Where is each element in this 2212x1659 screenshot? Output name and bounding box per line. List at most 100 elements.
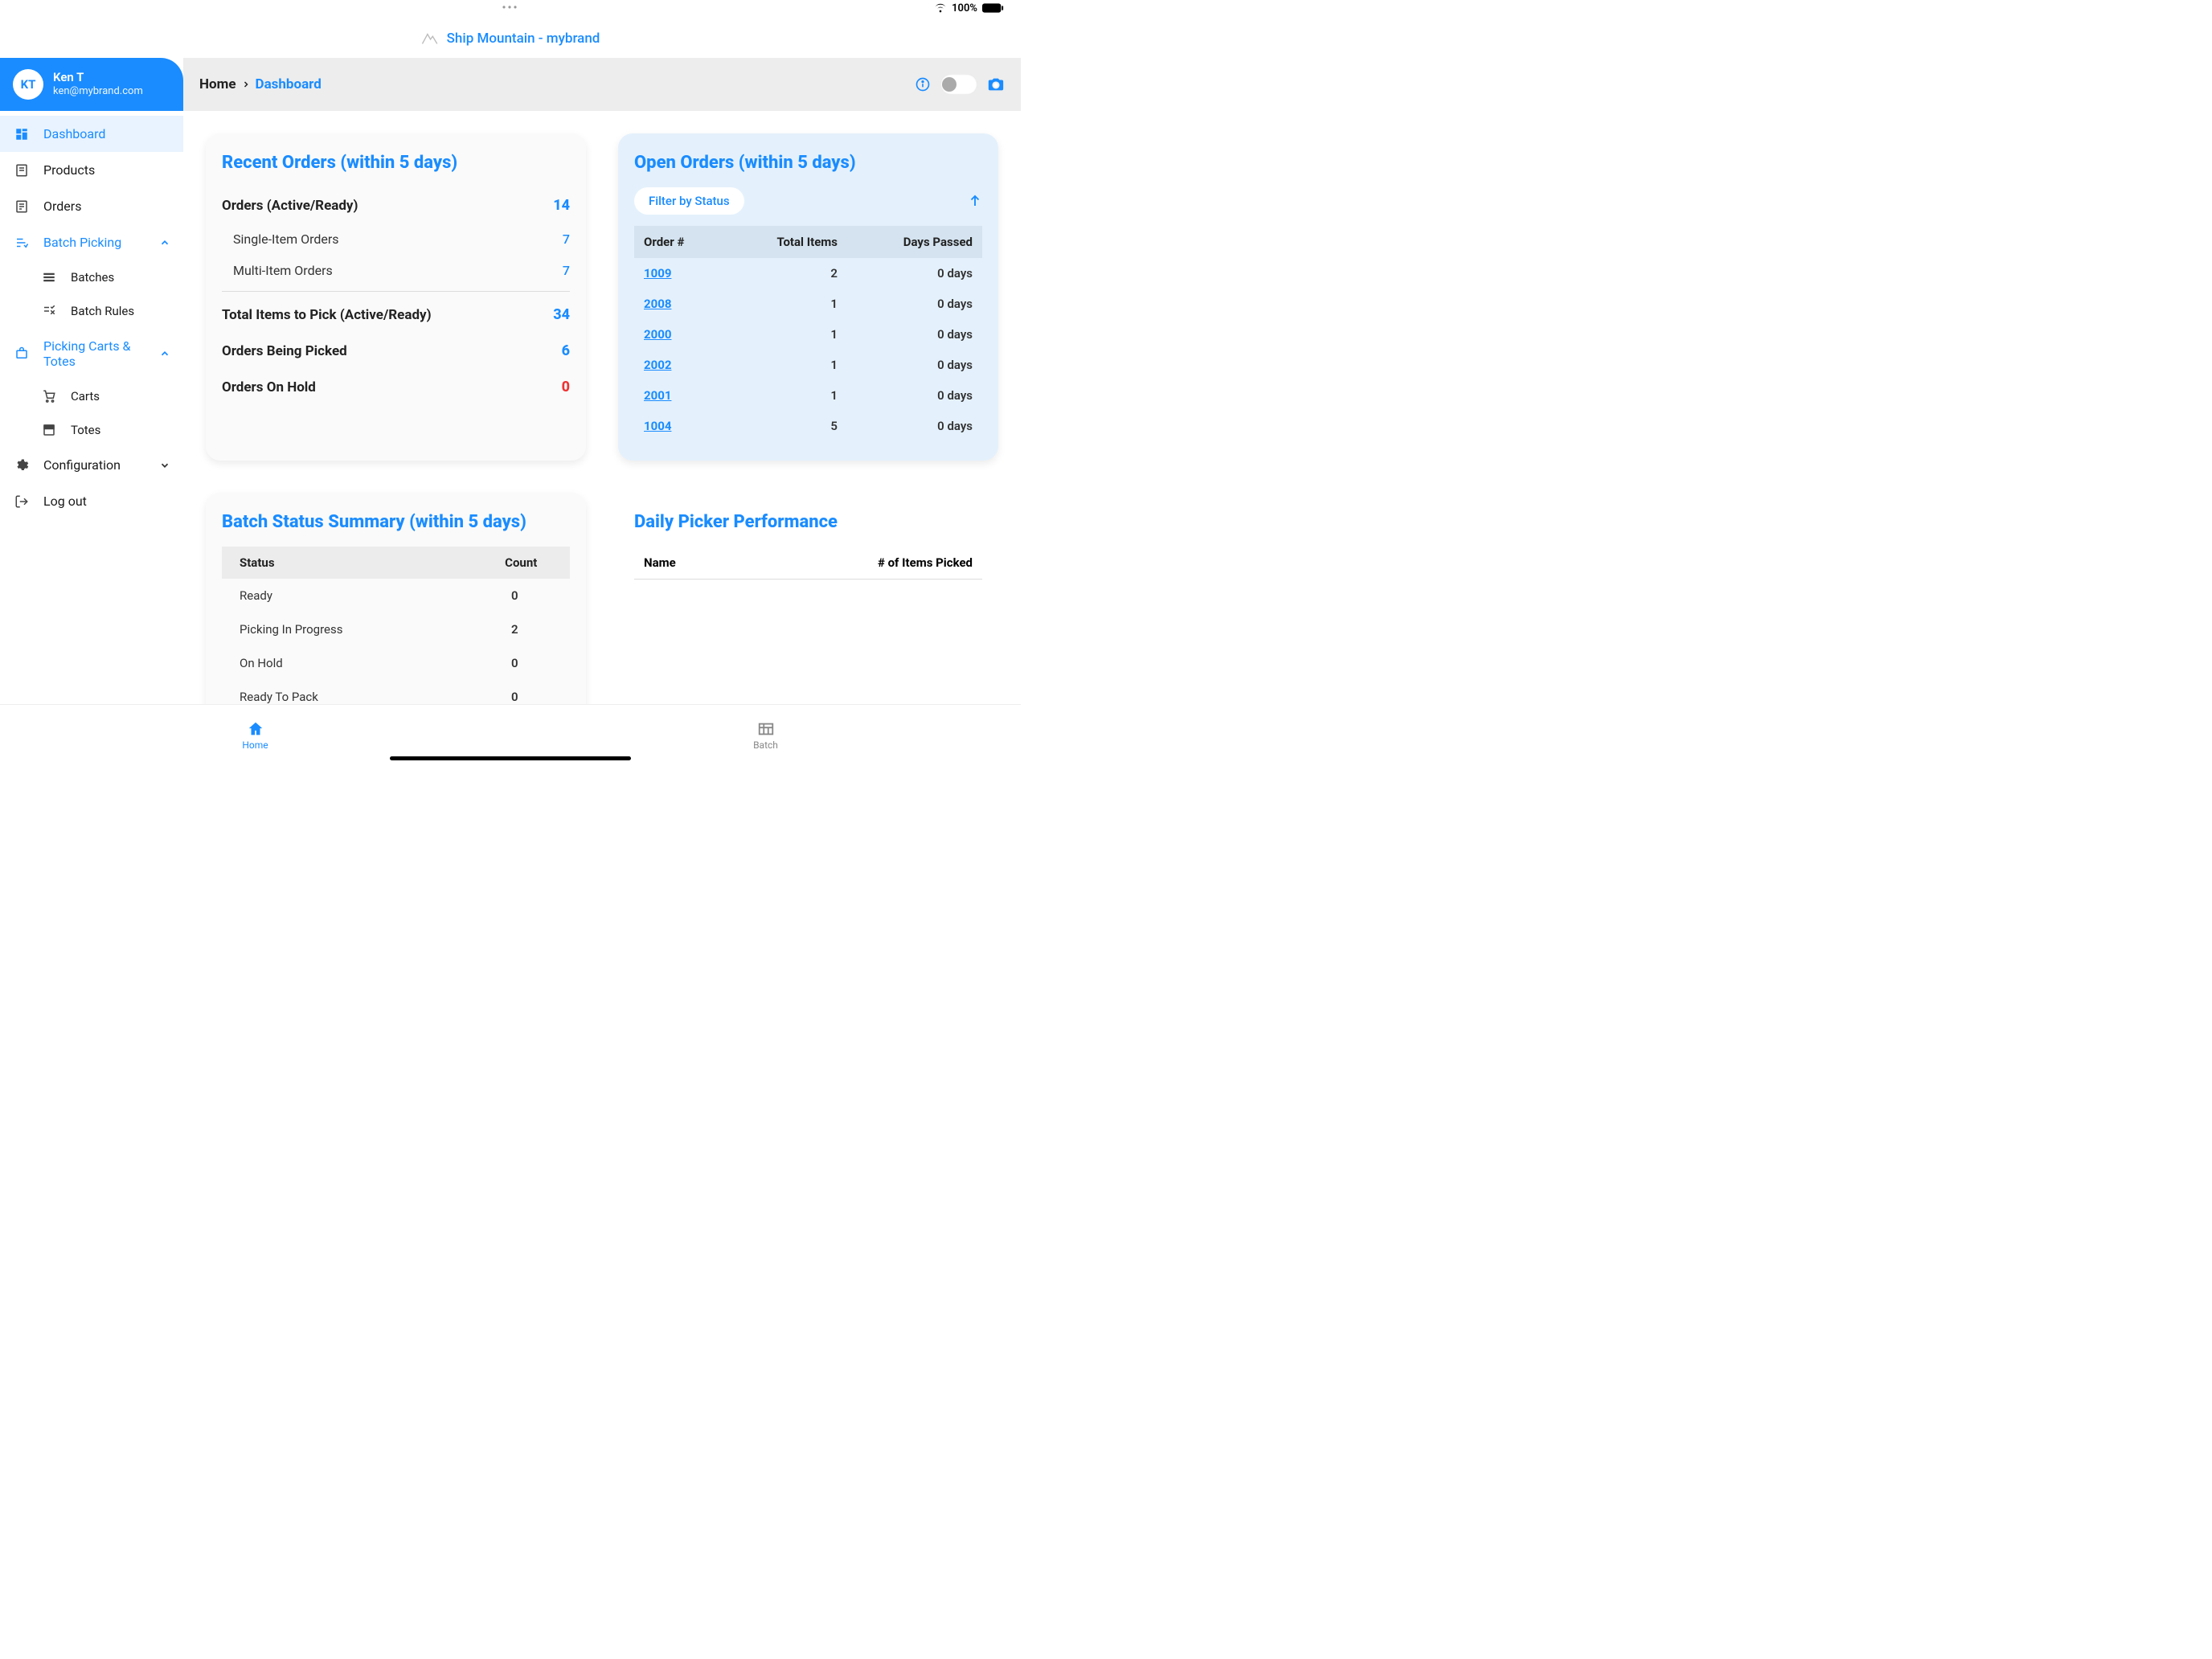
cell-days: 0 days (847, 380, 982, 411)
user-card[interactable]: KT Ken T ken@mybrand.com (0, 58, 183, 111)
col-days: Days Passed (847, 226, 982, 258)
nav-logout[interactable]: Log out (0, 483, 183, 519)
cell-items: 5 (725, 411, 847, 441)
picker-table-header: Name # of Items Picked (634, 547, 982, 580)
cell-items: 1 (725, 319, 847, 350)
cell-count: 0 (472, 680, 570, 704)
cell-days: 0 days (847, 350, 982, 380)
chevron-right-icon (241, 80, 251, 89)
open-orders-table: Order # Total Items Days Passed 100920 d… (634, 226, 982, 441)
picking-carts-icon (13, 346, 31, 361)
col-status: Status (222, 547, 472, 579)
info-icon[interactable] (915, 76, 931, 92)
breadcrumb-home[interactable]: Home (199, 76, 236, 92)
toggle-switch[interactable] (940, 74, 977, 95)
col-name: Name (644, 555, 676, 570)
cell-count: 0 (472, 579, 570, 612)
app-title-text: Ship Mountain - mybrand (447, 31, 600, 47)
nav-carts[interactable]: Carts (18, 379, 183, 413)
col-count: Count (472, 547, 570, 579)
nav-picking-carts-totes[interactable]: Picking Carts & Totes (0, 328, 183, 379)
single-item-row: Single-Item Orders 7 (222, 223, 570, 255)
breadcrumb: Home Dashboard (183, 58, 1021, 111)
being-picked-value: 6 (562, 342, 570, 359)
tab-home-label: Home (242, 739, 268, 751)
nav-configuration-label: Configuration (43, 457, 121, 473)
open-orders-title: Open Orders (within 5 days) (634, 153, 982, 173)
user-name: Ken T (53, 70, 143, 86)
orders-active-label: Orders (Active/Ready) (222, 198, 358, 214)
table-row: Ready0 (222, 579, 570, 612)
orders-active-row: Orders (Active/Ready) 14 (222, 187, 570, 223)
nav-batch-picking[interactable]: Batch Picking (0, 224, 183, 260)
nav-orders[interactable]: Orders (0, 188, 183, 224)
nav-logout-label: Log out (43, 494, 87, 509)
order-link[interactable]: 2001 (644, 388, 671, 403)
home-icon (247, 720, 264, 738)
single-item-value: 7 (563, 231, 570, 247)
nav-batch-picking-label: Batch Picking (43, 235, 121, 250)
nav-dashboard[interactable]: Dashboard (0, 116, 183, 152)
app-title: Ship Mountain - mybrand (421, 31, 600, 47)
cell-items: 1 (725, 380, 847, 411)
battery-percent: 100% (952, 2, 977, 14)
nav-products[interactable]: Products (0, 152, 183, 188)
total-items-label: Total Items to Pick (Active/Ready) (222, 307, 432, 323)
being-picked-label: Orders Being Picked (222, 343, 347, 359)
order-link[interactable]: 1009 (644, 266, 671, 281)
multi-item-label: Multi-Item Orders (233, 263, 333, 278)
being-picked-row: Orders Being Picked 6 (222, 333, 570, 369)
cell-days: 0 days (847, 289, 982, 319)
on-hold-label: Orders On Hold (222, 379, 316, 395)
cell-items: 1 (725, 289, 847, 319)
sidebar: KT Ken T ken@mybrand.com Dashboard Produ… (0, 58, 183, 704)
col-items: Total Items (725, 226, 847, 258)
batch-status-table: Status Count Ready0Picking In Progress2O… (222, 547, 570, 704)
battery-icon (982, 2, 1005, 14)
table-row: 100450 days (634, 411, 982, 441)
batch-icon (757, 720, 775, 738)
logout-icon (13, 494, 31, 509)
order-link[interactable]: 2002 (644, 358, 671, 372)
nav-dashboard-label: Dashboard (43, 126, 105, 141)
batch-rules-icon (40, 304, 58, 318)
order-link[interactable]: 2000 (644, 327, 671, 342)
nav-configuration[interactable]: Configuration (0, 447, 183, 483)
cart-icon (40, 389, 58, 403)
batch-status-card: Batch Status Summary (within 5 days) Sta… (206, 493, 586, 704)
nav-batch-rules-label: Batch Rules (71, 304, 134, 318)
recent-orders-title: Recent Orders (within 5 days) (222, 153, 570, 173)
cell-status: Ready To Pack (222, 680, 472, 704)
breadcrumb-current: Dashboard (256, 76, 322, 92)
main-content: Home Dashboard Recent Orders (within 5 d… (183, 58, 1021, 704)
dashboard-icon (13, 127, 31, 141)
col-order: Order # (634, 226, 725, 258)
avatar: KT (13, 69, 43, 100)
nav-batch-rules[interactable]: Batch Rules (18, 294, 183, 328)
gear-icon (13, 458, 31, 473)
nav-totes[interactable]: Totes (18, 413, 183, 447)
arrow-up-icon[interactable] (968, 194, 982, 208)
cell-status: On Hold (222, 646, 472, 680)
batch-status-title: Batch Status Summary (within 5 days) (222, 512, 570, 532)
batches-icon (40, 270, 58, 285)
single-item-label: Single-Item Orders (233, 231, 339, 247)
table-row: 1009 20 days (634, 258, 982, 289)
nav-picking-carts-totes-label: Picking Carts & Totes (43, 338, 132, 369)
filter-by-status-button[interactable]: Filter by Status (634, 187, 744, 215)
order-link[interactable]: 1004 (644, 419, 671, 433)
recent-orders-card: Recent Orders (within 5 days) Orders (Ac… (206, 133, 586, 461)
status-bar: ••• 100% (0, 0, 1021, 16)
order-link[interactable]: 2008 (644, 297, 671, 311)
table-row: 2001 10 days (634, 380, 982, 411)
chevron-down-icon (159, 460, 170, 471)
nav-batches[interactable]: Batches (18, 260, 183, 294)
home-indicator (390, 756, 631, 760)
cell-days: 0 days (847, 258, 982, 289)
wifi-icon (934, 2, 947, 14)
cell-items: 2 (725, 258, 847, 289)
on-hold-row: Orders On Hold 0 (222, 369, 570, 405)
camera-icon[interactable] (987, 76, 1005, 93)
cell-count: 0 (472, 646, 570, 680)
tab-batch-label: Batch (753, 739, 778, 751)
